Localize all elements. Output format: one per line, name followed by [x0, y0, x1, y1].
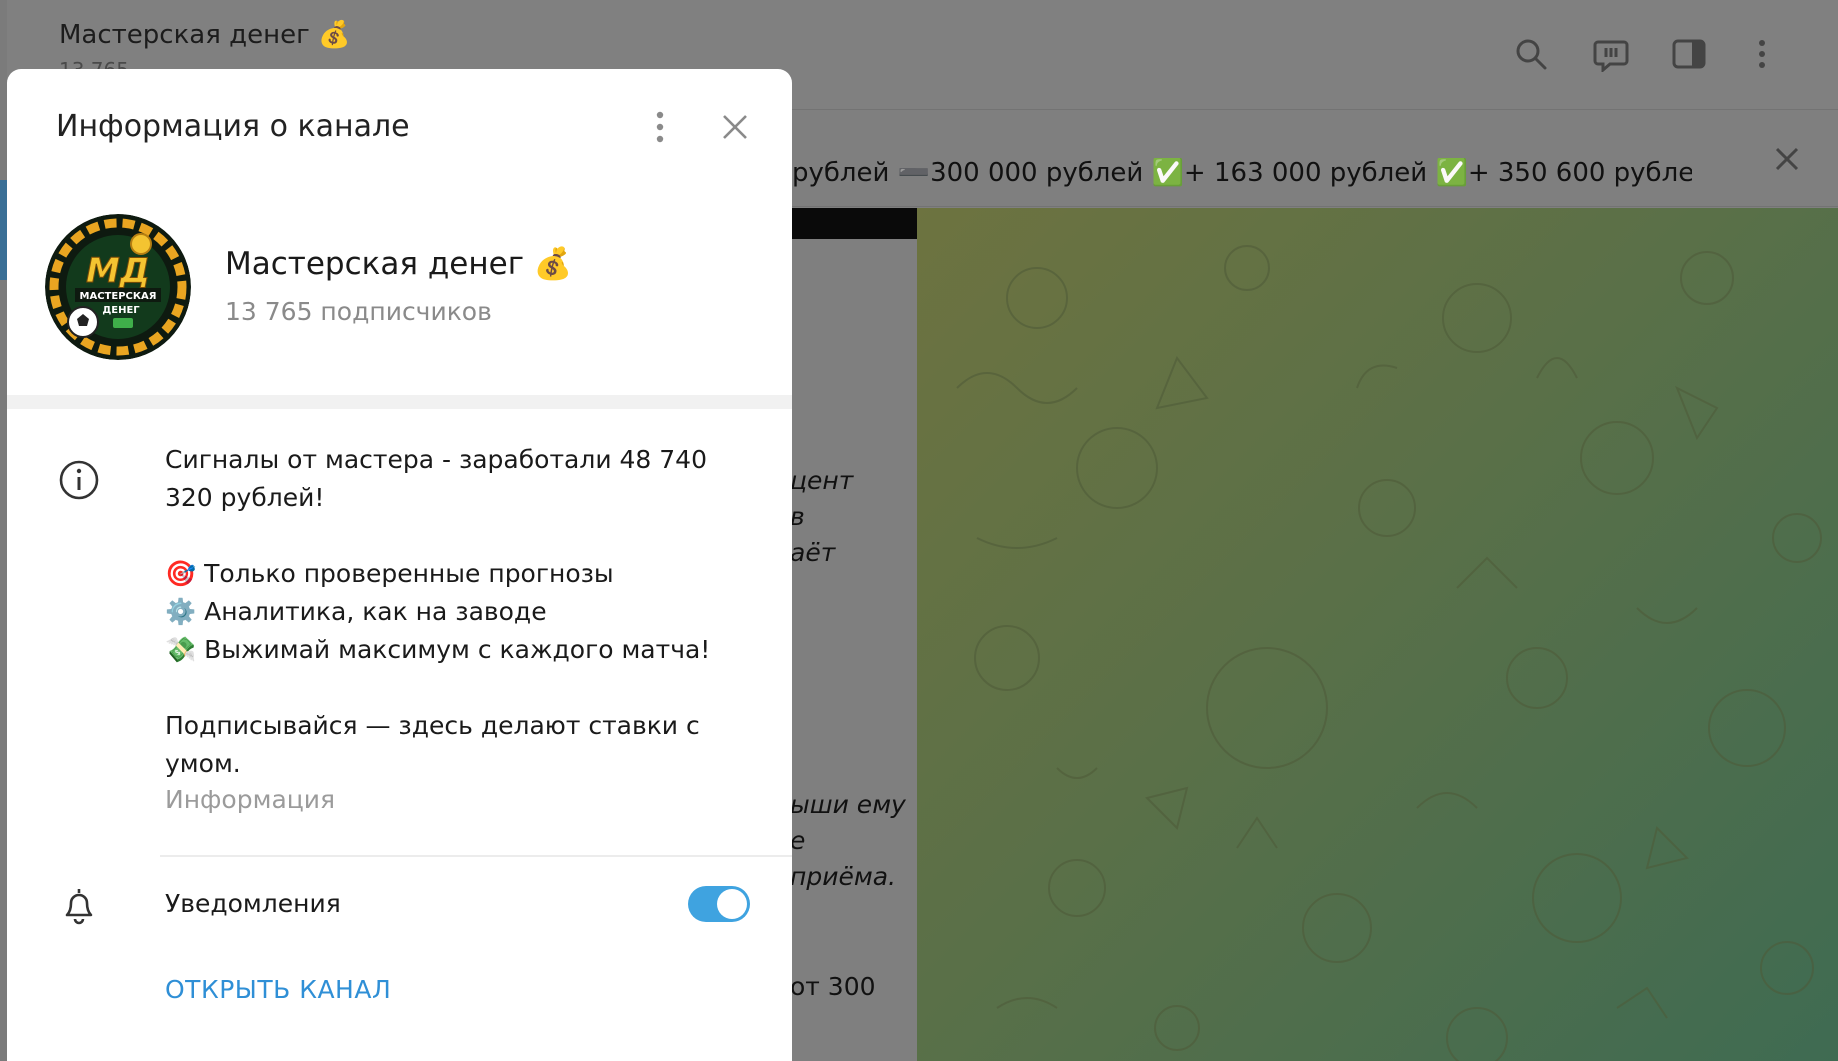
info-icon [57, 458, 101, 502]
notifications-label: Уведомления [165, 889, 341, 918]
avatar-caption: МАСТЕРСКАЯ [80, 291, 157, 302]
message-fragment: в [790, 502, 805, 531]
info-label: Информация [165, 785, 336, 814]
selected-chat-marker [0, 180, 7, 280]
description-line: Подписывайся — здесь делают ставки с умо… [165, 711, 700, 778]
pinned-message-text[interactable]: рублей ➖300 000 рублей ✅+ 163 000 рублей… [792, 158, 1692, 188]
description-line: Сигналы от мастера - заработали 48 740 3… [165, 445, 707, 512]
avatar[interactable]: МД МАСТЕРСКАЯ ДЕНЕГ [45, 214, 191, 360]
subscriber-count: 13 765 подписчиков [225, 297, 492, 326]
discussion-icon[interactable] [1593, 36, 1629, 74]
row-divider [160, 855, 792, 857]
message-fragment: цент [790, 466, 854, 495]
sidebar-toggle-icon[interactable] [1671, 36, 1707, 72]
section-divider [7, 395, 792, 409]
wallpaper-doodles [956, 245, 1822, 1061]
channel-description[interactable]: Сигналы от мастера - заработали 48 740 3… [165, 441, 755, 783]
message-fragment: аёт [790, 538, 836, 567]
message-bubble [790, 208, 917, 1061]
more-options-icon[interactable] [1744, 36, 1780, 72]
chat-title[interactable]: Мастерская денег 💰 [59, 20, 350, 50]
gear-icon: ⚙️ [165, 597, 197, 626]
message-fragment: ыши ему [790, 790, 906, 819]
description-bullet: 🎯 Только проверенные прогнозы [165, 555, 755, 593]
media-strip [790, 208, 917, 239]
description-bullet: 💸 Выжимай максимум с каждого матча! [165, 631, 755, 669]
description-spacer [165, 517, 755, 555]
channel-name-text: Мастерская денег [225, 246, 524, 282]
target-icon: 🎯 [165, 559, 197, 588]
avatar-caption: ДЕНЕГ [102, 305, 140, 316]
more-options-icon[interactable] [643, 107, 677, 147]
modal-title: Информация о канале [56, 109, 410, 144]
notifications-toggle[interactable] [688, 886, 750, 922]
close-icon[interactable] [1768, 140, 1806, 178]
channel-info-modal: Информация о канале МД МАСТЕРСКАЯ ДЕНЕГ … [7, 69, 792, 1061]
search-icon[interactable] [1513, 36, 1549, 72]
description-spacer [165, 669, 755, 707]
chat-wallpaper [917, 208, 1838, 1061]
money-bag-icon: 💰 [533, 246, 573, 282]
message-fragment: приёма. [790, 862, 896, 891]
chat-list-strip [0, 0, 7, 1061]
close-icon[interactable] [715, 107, 755, 147]
bullet-text: Выжимай максимум с каждого матча! [204, 635, 711, 664]
bullet-text: Аналитика, как на заводе [204, 597, 547, 626]
avatar-monogram: МД [86, 251, 150, 291]
message-fragment: е [790, 826, 806, 855]
toggle-knob [717, 889, 747, 919]
bell-icon [59, 883, 99, 927]
bullet-text: Только проверенные прогнозы [204, 559, 614, 588]
description-bullet: ⚙️ Аналитика, как на заводе [165, 593, 755, 631]
channel-name: Мастерская денег 💰 [225, 245, 572, 282]
open-channel-button[interactable]: ОТКРЫТЬ КАНАЛ [165, 975, 391, 1004]
message-fragment: от 300 [790, 972, 876, 1001]
money-wings-icon: 💸 [165, 635, 197, 664]
